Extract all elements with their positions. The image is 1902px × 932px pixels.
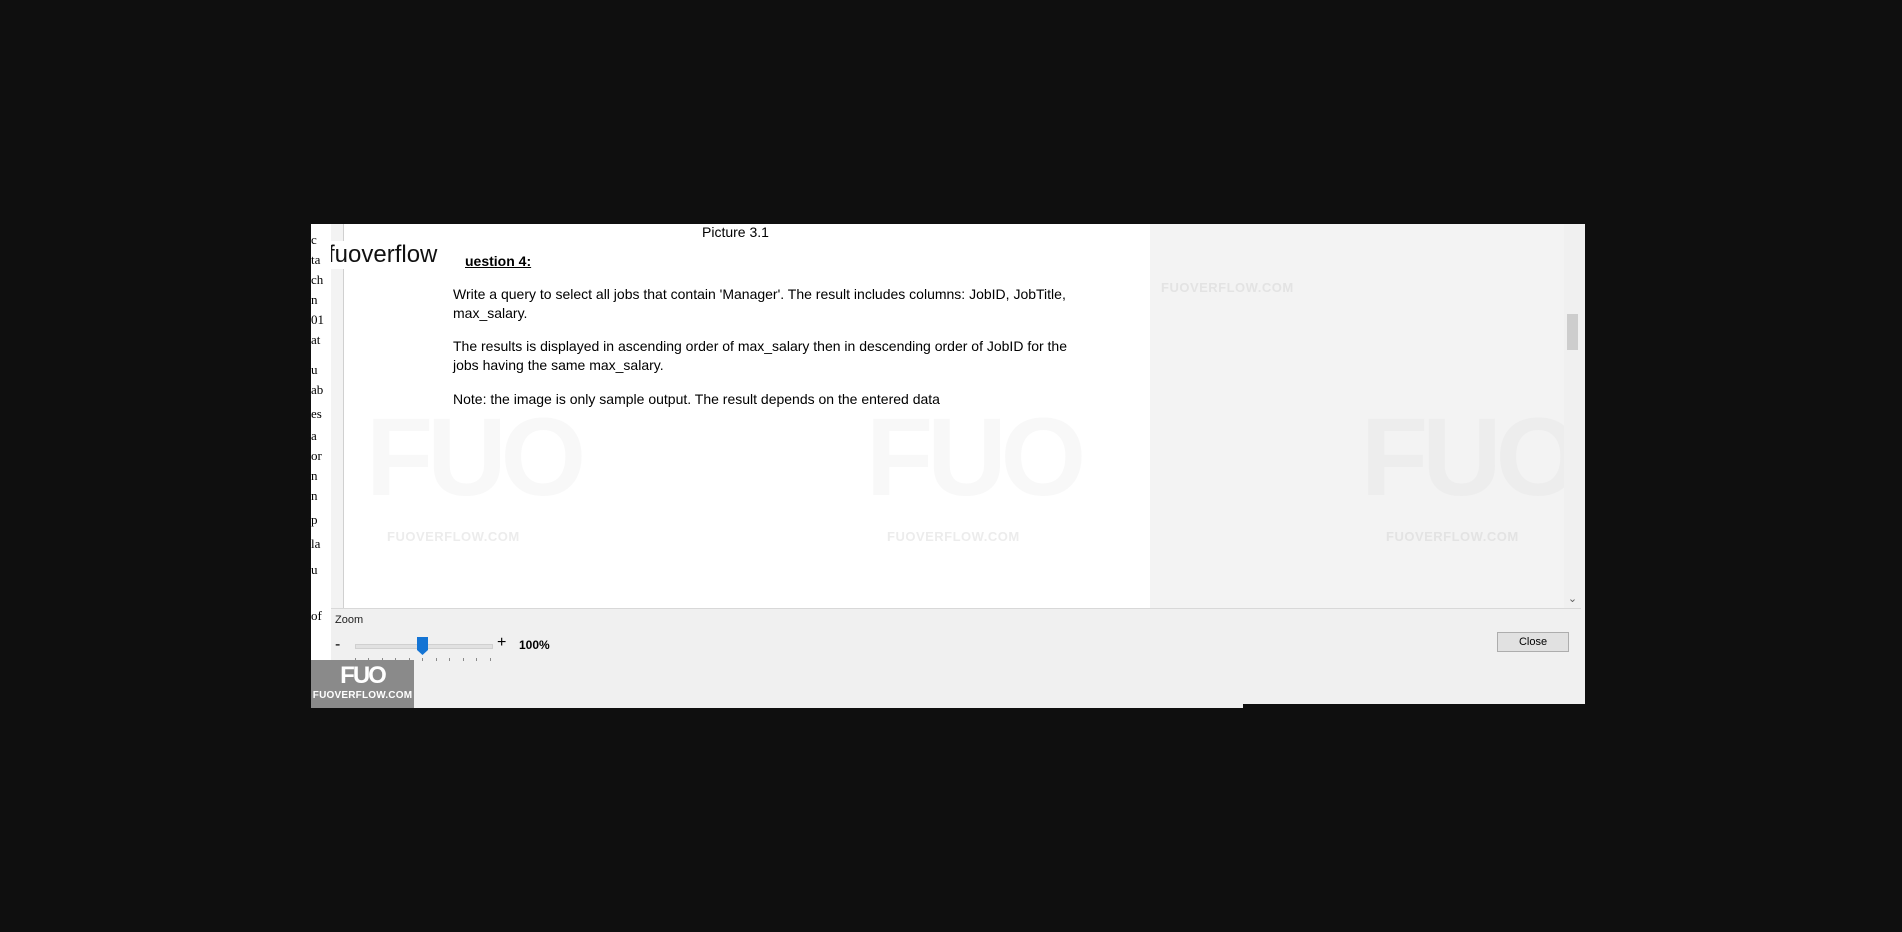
- margin-glyph: p: [311, 512, 318, 527]
- margin-glyph: n: [311, 468, 318, 483]
- zoom-level-value: 100%: [519, 638, 550, 652]
- question-heading: uestion 4:: [465, 253, 532, 269]
- margin-glyph: u: [311, 362, 318, 377]
- chevron-down-icon[interactable]: ⌄: [1564, 591, 1581, 608]
- margin-glyph: n: [311, 292, 318, 307]
- close-button[interactable]: Close: [1497, 632, 1569, 652]
- document-scroll-area[interactable]: Picture 3.1 fuoverflow uestion 4: Write …: [331, 224, 1581, 609]
- zoom-label: Zoom: [335, 614, 364, 626]
- window-edge: [1243, 704, 1585, 708]
- watermark-text: FUOVERFLOW.COM: [887, 529, 1020, 544]
- margin-glyph: or: [311, 448, 322, 463]
- watermark-text: FUOVERFLOW.COM: [1386, 529, 1519, 544]
- margin-glyph: 01: [311, 312, 324, 327]
- zoom-out-button[interactable]: -: [335, 636, 340, 654]
- zoom-slider-thumb[interactable]: [417, 637, 428, 655]
- margin-glyph: u: [311, 562, 318, 577]
- margin-glyph: n: [311, 488, 318, 503]
- scrollbar-thumb[interactable]: [1567, 314, 1578, 350]
- question-paragraph: Write a query to select all jobs that co…: [453, 286, 1066, 321]
- margin-glyph: at: [311, 332, 321, 347]
- watermark-text: FUOVERFLOW.COM: [1161, 280, 1294, 295]
- margin-glyph: la: [311, 536, 321, 551]
- brand-watermark: fuoverflow: [331, 241, 442, 269]
- image-viewer-window: c ta ch n 01 at u ab es a or n n p la u …: [311, 224, 1585, 708]
- watermark-logo: FUO: [866, 396, 1086, 519]
- margin-glyph: ch: [311, 272, 324, 287]
- logo-mark: FUO: [340, 662, 387, 689]
- margin-glyph: es: [311, 406, 322, 421]
- margin-glyph: a: [311, 428, 317, 443]
- document-page: Picture 3.1 fuoverflow uestion 4: Write …: [331, 224, 1150, 608]
- watermark-logo: FUO: [366, 396, 586, 519]
- watermark-logo: FUO: [1361, 396, 1581, 519]
- question-paragraph: The results is displayed in ascending or…: [453, 338, 1068, 373]
- logo-text: FUOVERFLOW.COM: [312, 690, 413, 701]
- clipped-document-margin: c ta ch n 01 at u ab es a or n n p la u …: [311, 224, 331, 708]
- picture-caption: Picture 3.1: [702, 224, 769, 240]
- margin-glyph: c: [311, 232, 317, 247]
- fuoverflow-logo: FUO FUOVERFLOW.COM: [311, 660, 414, 708]
- margin-glyph: of: [311, 608, 322, 623]
- margin-glyph: ab: [311, 382, 324, 397]
- vertical-scrollbar[interactable]: ⌄: [1564, 224, 1581, 608]
- margin-glyph: ta: [311, 252, 321, 267]
- watermark-text: FUOVERFLOW.COM: [387, 529, 520, 544]
- zoom-in-button[interactable]: +: [497, 634, 506, 652]
